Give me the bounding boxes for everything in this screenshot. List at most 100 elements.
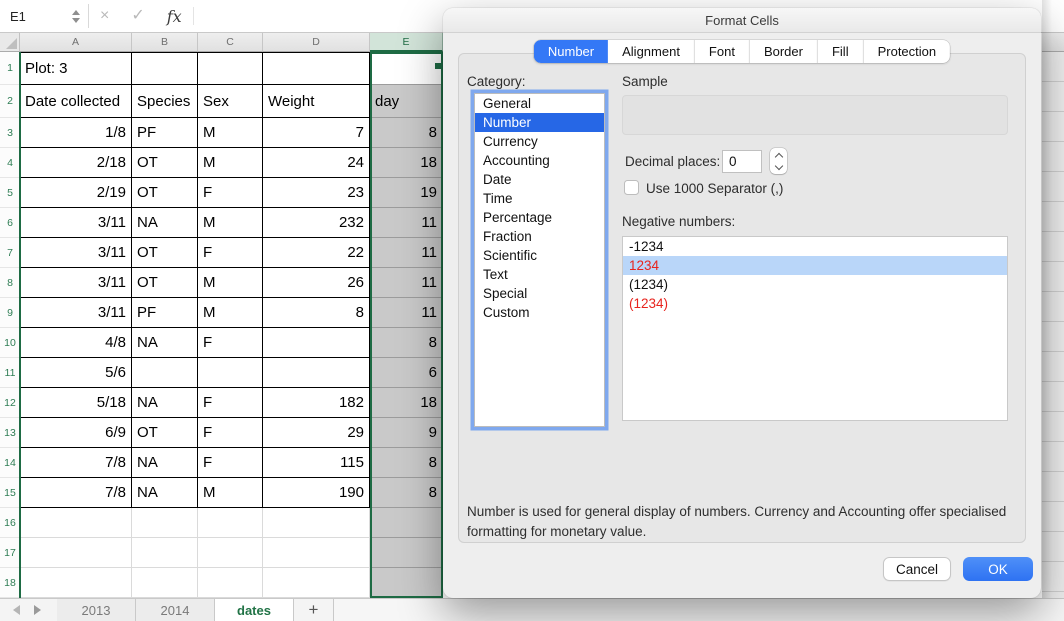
category-item-text[interactable]: Text <box>475 265 604 284</box>
cell-B13[interactable]: OT <box>132 418 198 448</box>
row-header-16[interactable]: 16 <box>0 508 20 538</box>
cell-B7[interactable]: OT <box>132 238 198 268</box>
row-header-5[interactable]: 5 <box>0 178 20 208</box>
row-header-7[interactable]: 7 <box>0 238 20 268</box>
cell-E12[interactable]: 18 <box>370 388 443 418</box>
cell-B10[interactable]: NA <box>132 328 198 358</box>
cancel-x-icon[interactable]: × <box>100 8 109 24</box>
category-item-percentage[interactable]: Percentage <box>475 208 604 227</box>
cell-D8[interactable]: 26 <box>263 268 370 298</box>
cell-D7[interactable]: 22 <box>263 238 370 268</box>
cell-A5[interactable]: 2/19 <box>20 178 132 208</box>
partial-column-header[interactable]: D <box>1042 33 1064 52</box>
cell-E17[interactable] <box>370 538 443 568</box>
cell-A7[interactable]: 3/11 <box>20 238 132 268</box>
cell-C17[interactable] <box>198 538 263 568</box>
cell-A8[interactable]: 3/11 <box>20 268 132 298</box>
thousand-separator-checkbox[interactable] <box>624 180 639 195</box>
row-header-9[interactable]: 9 <box>0 298 20 328</box>
column-header-C[interactable]: C <box>198 33 263 52</box>
row-header-17[interactable]: 17 <box>0 538 20 568</box>
cell-C13[interactable]: F <box>198 418 263 448</box>
cell-B11[interactable] <box>132 358 198 388</box>
add-sheet-button[interactable]: + <box>294 599 334 621</box>
row-header-8[interactable]: 8 <box>0 268 20 298</box>
row-header-2[interactable]: 2 <box>0 85 20 118</box>
cell-C10[interactable]: F <box>198 328 263 358</box>
cell-D3[interactable]: 7 <box>263 118 370 148</box>
cell-A14[interactable]: 7/8 <box>20 448 132 478</box>
cell-B6[interactable]: NA <box>132 208 198 238</box>
cell-C9[interactable]: M <box>198 298 263 328</box>
prev-sheet-icon[interactable] <box>13 605 20 615</box>
name-box-stepper-icon[interactable] <box>72 9 80 23</box>
cell-E10[interactable]: 8 <box>370 328 443 358</box>
ok-button[interactable]: OK <box>963 557 1033 581</box>
dialog-tab-alignment[interactable]: Alignment <box>608 40 695 63</box>
cell-B17[interactable] <box>132 538 198 568</box>
cell-E2[interactable]: day <box>370 85 443 118</box>
row-header-13[interactable]: 13 <box>0 418 20 448</box>
cell-B2[interactable]: Species <box>132 85 198 118</box>
cell-B9[interactable]: PF <box>132 298 198 328</box>
cell-D15[interactable]: 190 <box>263 478 370 508</box>
category-list[interactable]: General Number Currency Accounting Date Time P… <box>474 93 605 427</box>
row-header-3[interactable]: 3 <box>0 118 20 148</box>
cell-B14[interactable]: NA <box>132 448 198 478</box>
category-item-general[interactable]: General <box>475 94 604 113</box>
cell-C12[interactable]: F <box>198 388 263 418</box>
cell-C18[interactable] <box>198 568 263 598</box>
cell-A13[interactable]: 6/9 <box>20 418 132 448</box>
cell-B12[interactable]: NA <box>132 388 198 418</box>
category-item-special[interactable]: Special <box>475 284 604 303</box>
cell-D13[interactable]: 29 <box>263 418 370 448</box>
category-item-custom[interactable]: Custom <box>475 303 604 322</box>
column-header-E[interactable]: E <box>370 33 443 52</box>
row-header-18[interactable]: 18 <box>0 568 20 598</box>
cell-C3[interactable]: M <box>198 118 263 148</box>
cell-C7[interactable]: F <box>198 238 263 268</box>
cancel-button[interactable]: Cancel <box>883 557 951 581</box>
cell-A10[interactable]: 4/8 <box>20 328 132 358</box>
cell-D10[interactable] <box>263 328 370 358</box>
cell-B8[interactable]: OT <box>132 268 198 298</box>
column-header-D[interactable]: D <box>263 33 370 52</box>
negative-numbers-list[interactable]: -1234 1234 (1234) (1234) <box>622 236 1008 421</box>
decimal-places-input[interactable] <box>722 150 762 173</box>
cell-E7[interactable]: 11 <box>370 238 443 268</box>
negative-option-3[interactable]: (1234) <box>623 275 1007 294</box>
cell-D18[interactable] <box>263 568 370 598</box>
sheet-tab-2013[interactable]: 2013 <box>57 599 136 621</box>
row-header-1[interactable]: 1 <box>0 52 20 85</box>
negative-option-2[interactable]: 1234 <box>623 256 1007 275</box>
dialog-tab-protection[interactable]: Protection <box>864 40 951 63</box>
cell-C2[interactable]: Sex <box>198 85 263 118</box>
cell-E13[interactable]: 9 <box>370 418 443 448</box>
cell-E14[interactable]: 8 <box>370 448 443 478</box>
cell-C1[interactable] <box>198 52 263 85</box>
cell-E1[interactable] <box>370 52 443 85</box>
enter-check-icon[interactable]: ✓ <box>131 8 144 24</box>
cell-A15[interactable]: 7/8 <box>20 478 132 508</box>
cell-D5[interactable]: 23 <box>263 178 370 208</box>
cell-B15[interactable]: NA <box>132 478 198 508</box>
category-item-currency[interactable]: Currency <box>475 132 604 151</box>
cell-E9[interactable]: 11 <box>370 298 443 328</box>
cell-B4[interactable]: OT <box>132 148 198 178</box>
column-header-A[interactable]: A <box>20 33 132 52</box>
category-item-accounting[interactable]: Accounting <box>475 151 604 170</box>
cell-A11[interactable]: 5/6 <box>20 358 132 388</box>
next-sheet-icon[interactable] <box>34 605 41 615</box>
cell-A16[interactable] <box>20 508 132 538</box>
cell-A12[interactable]: 5/18 <box>20 388 132 418</box>
row-header-11[interactable]: 11 <box>0 358 20 388</box>
row-header-14[interactable]: 14 <box>0 448 20 478</box>
category-item-time[interactable]: Time <box>475 189 604 208</box>
cell-E16[interactable] <box>370 508 443 538</box>
cell-E18[interactable] <box>370 568 443 598</box>
sheet-tab-2014[interactable]: 2014 <box>136 599 215 621</box>
cell-A2[interactable]: Date collected <box>20 85 132 118</box>
cell-B5[interactable]: OT <box>132 178 198 208</box>
cell-E15[interactable]: 8 <box>370 478 443 508</box>
cell-D17[interactable] <box>263 538 370 568</box>
